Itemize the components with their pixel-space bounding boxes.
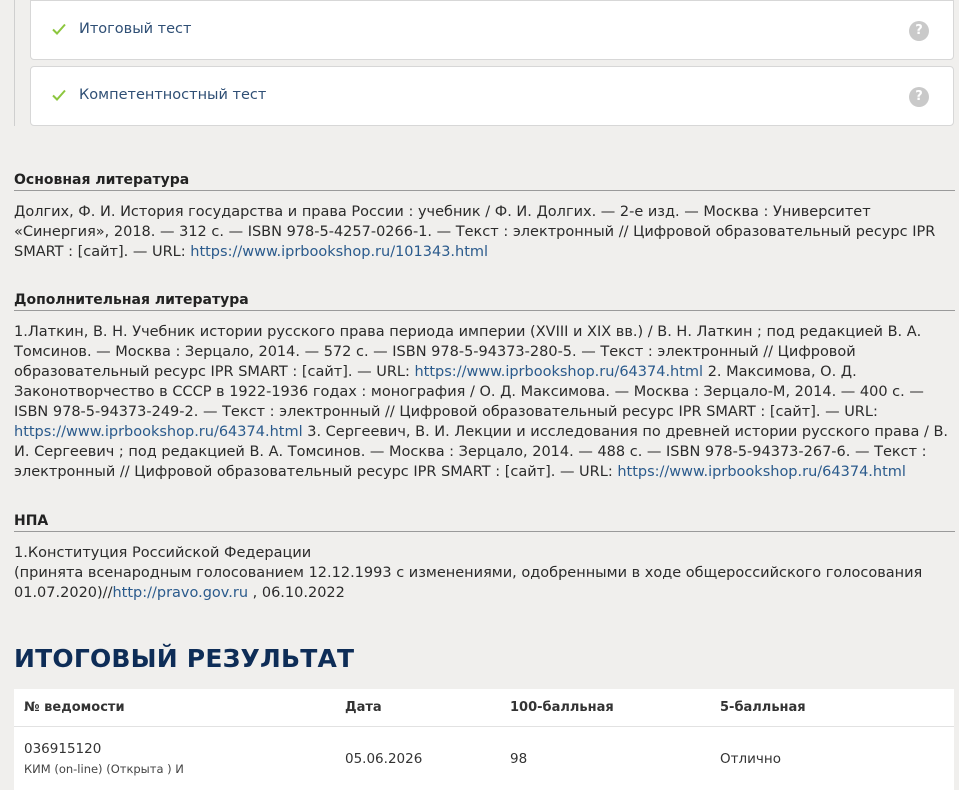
reference-link[interactable]: https://www.iprbookshop.ru/64374.html xyxy=(414,364,703,380)
test-item-label: Итоговый тест xyxy=(79,21,191,37)
reference-link[interactable]: https://www.iprbookshop.ru/64374.html xyxy=(617,464,906,480)
tests-panel: Итоговый тест ? Компетентностный тест ? xyxy=(14,0,956,126)
test-item-final[interactable]: Итоговый тест ? xyxy=(30,0,954,60)
column-header: 5-балльная xyxy=(710,689,954,727)
column-header: Дата xyxy=(335,689,500,727)
reference-text: , 06.10.2022 xyxy=(248,585,345,601)
additional-literature-section: Дополнительная литература 1.Латкин, В. Н… xyxy=(14,292,955,482)
statement-number: 036915120 xyxy=(24,741,335,757)
help-icon[interactable]: ? xyxy=(909,87,929,107)
table-header-row: № ведомости Дата 100-балльная 5-балльная xyxy=(14,689,954,727)
section-body: 1.Конституция Российской Федерации (прин… xyxy=(14,543,955,603)
statement-cell: 036915120 КИМ (on-line) (Открыта ) И xyxy=(14,727,335,790)
column-header: 100-балльная xyxy=(500,689,710,727)
help-icon[interactable]: ? xyxy=(909,21,929,41)
score-5-cell: Отлично xyxy=(710,727,954,790)
section-title: НПА xyxy=(14,513,955,532)
check-icon xyxy=(51,87,67,103)
score-100-cell: 98 xyxy=(500,727,710,790)
statement-type: КИМ (on-line) (Открыта ) И xyxy=(24,762,335,776)
reference-link[interactable]: https://www.iprbookshop.ru/101343.html xyxy=(190,244,488,260)
main-literature-section: Основная литература Долгих, Ф. И. Истори… xyxy=(14,172,955,262)
check-icon xyxy=(51,21,67,37)
result-title: ИТОГОВЫЙ РЕЗУЛЬТАТ xyxy=(14,644,354,673)
section-body: Долгих, Ф. И. История государства и прав… xyxy=(14,202,955,262)
table-row: 036915120 КИМ (on-line) (Открыта ) И 05.… xyxy=(14,727,954,790)
reference-link[interactable]: http://pravo.gov.ru xyxy=(112,585,248,601)
date-cell: 05.06.2026 xyxy=(335,727,500,790)
npa-section: НПА 1.Конституция Российской Федерации (… xyxy=(14,513,955,603)
column-header: № ведомости xyxy=(14,689,335,727)
section-title: Дополнительная литература xyxy=(14,292,955,311)
reference-link[interactable]: https://www.iprbookshop.ru/64374.html xyxy=(14,424,303,440)
section-title: Основная литература xyxy=(14,172,955,191)
result-table: № ведомости Дата 100-балльная 5-балльная… xyxy=(14,689,954,790)
reference-text: 1.Конституция Российской Федерации xyxy=(14,543,955,563)
test-item-label: Компетентностный тест xyxy=(79,87,266,103)
test-item-competency[interactable]: Компетентностный тест ? xyxy=(30,66,954,126)
section-body: 1.Латкин, В. Н. Учебник истории русского… xyxy=(14,322,955,482)
